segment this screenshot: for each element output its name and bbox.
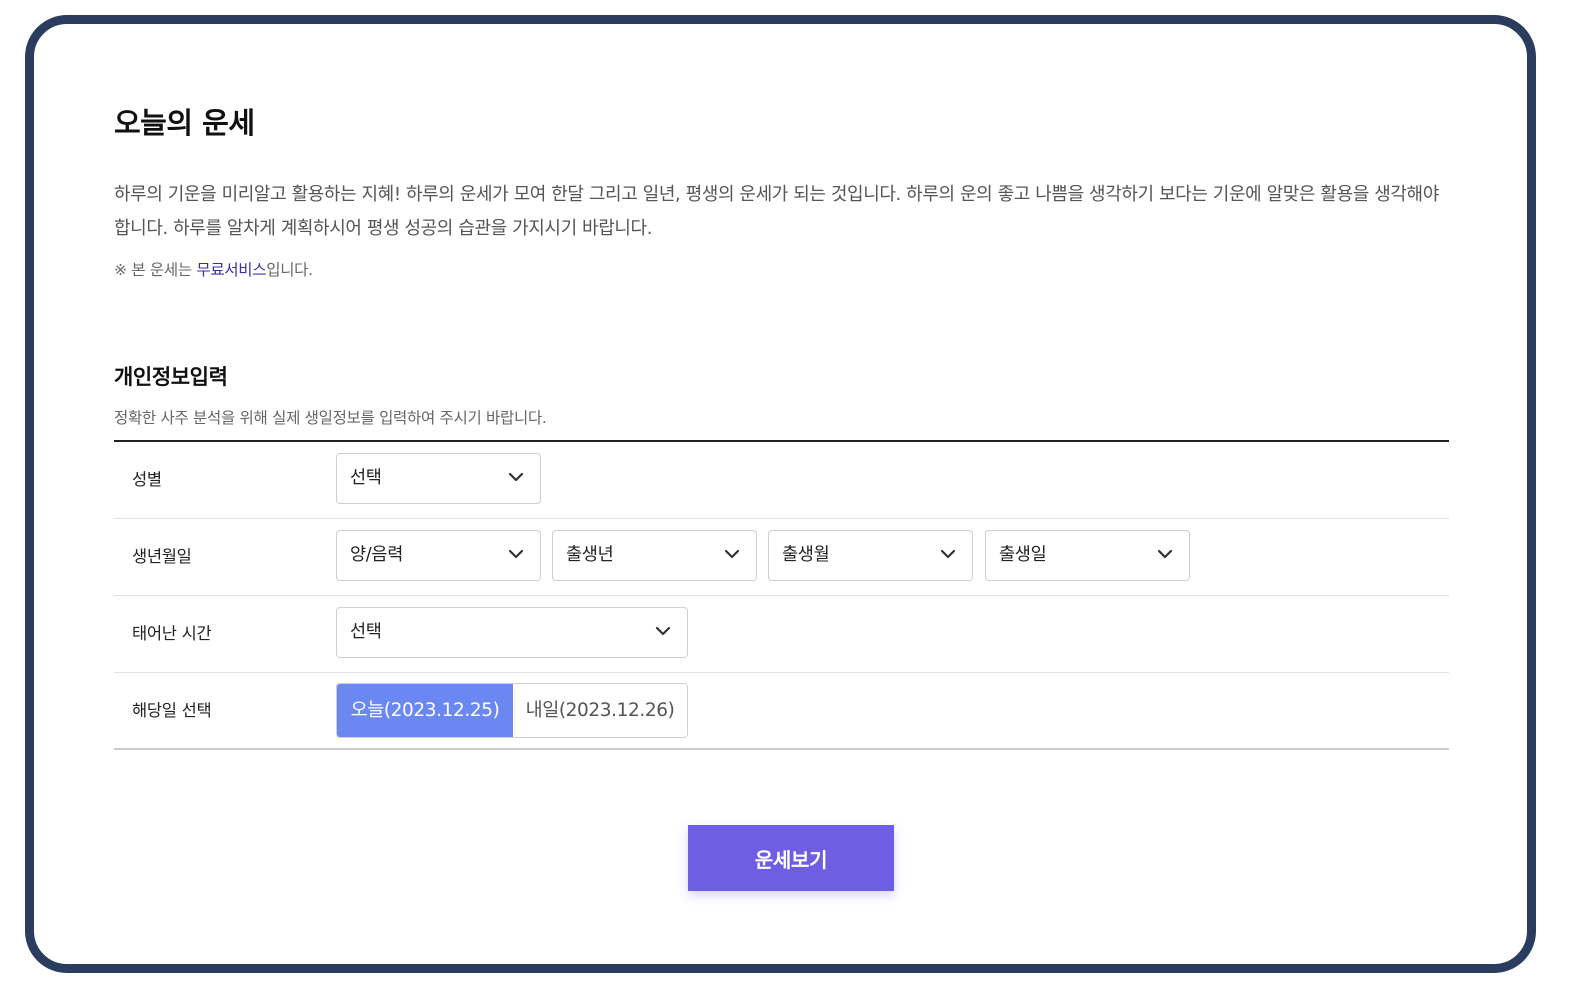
- form-row-gender: 성별 선택: [114, 442, 1449, 519]
- birth-year-value: 출생년: [566, 545, 614, 565]
- personal-info-form: 성별 선택 생년월일 양/음력 출생년 출생월 출생일 태어난 시간 선택 해당…: [114, 440, 1449, 750]
- today-option[interactable]: 오늘(2023.12.25): [337, 684, 513, 737]
- gender-select[interactable]: 선택: [336, 453, 541, 504]
- form-row-target-day: 해당일 선택 오늘(2023.12.25) 내일(2023.12.26): [114, 673, 1449, 748]
- chevron-down-icon: [655, 626, 671, 636]
- target-day-label: 해당일 선택: [132, 701, 212, 720]
- birth-month-value: 출생월: [782, 545, 830, 565]
- page-title: 오늘의 운세: [114, 106, 255, 140]
- chevron-down-icon: [1157, 549, 1173, 559]
- birth-month-select[interactable]: 출생월: [768, 530, 973, 581]
- target-day-toggle: 오늘(2023.12.25) 내일(2023.12.26): [336, 683, 688, 738]
- view-fortune-button[interactable]: 운세보기: [688, 825, 894, 891]
- birthdate-label: 생년월일: [132, 547, 192, 566]
- birth-day-select[interactable]: 출생일: [985, 530, 1190, 581]
- birth-day-value: 출생일: [999, 545, 1047, 565]
- fortune-card: 오늘의 운세 하루의 기운을 미리알고 활용하는 지혜! 하루의 운세가 모여 …: [25, 15, 1536, 973]
- calendar-type-value: 양/음력: [350, 545, 403, 565]
- note-prefix: ※ 본 운세는: [114, 261, 197, 279]
- section-description: 정확한 사주 분석을 위해 실제 생일정보를 입력하여 주시기 바랍니다.: [114, 409, 547, 427]
- birth-year-select[interactable]: 출생년: [552, 530, 757, 581]
- form-row-birth-time: 태어난 시간 선택: [114, 596, 1449, 673]
- note-suffix: 입니다.: [266, 261, 313, 279]
- free-service-link[interactable]: 무료서비스: [196, 261, 266, 279]
- gender-select-value: 선택: [350, 468, 382, 488]
- chevron-down-icon: [508, 549, 524, 559]
- gender-label: 성별: [132, 470, 162, 489]
- birth-time-label: 태어난 시간: [132, 624, 212, 643]
- birth-time-select[interactable]: 선택: [336, 607, 688, 658]
- section-title: 개인정보입력: [114, 365, 228, 389]
- calendar-type-select[interactable]: 양/음력: [336, 530, 541, 581]
- form-row-birthdate: 생년월일 양/음력 출생년 출생월 출생일: [114, 519, 1449, 596]
- chevron-down-icon: [724, 549, 740, 559]
- intro-text: 하루의 기운을 미리알고 활용하는 지혜! 하루의 운세가 모여 한달 그리고 …: [114, 184, 1439, 239]
- chevron-down-icon: [508, 472, 524, 482]
- service-note: ※ 본 운세는 무료서비스입니다.: [114, 258, 313, 280]
- birth-time-value: 선택: [350, 622, 382, 642]
- chevron-down-icon: [940, 549, 956, 559]
- tomorrow-option[interactable]: 내일(2023.12.26): [513, 684, 687, 737]
